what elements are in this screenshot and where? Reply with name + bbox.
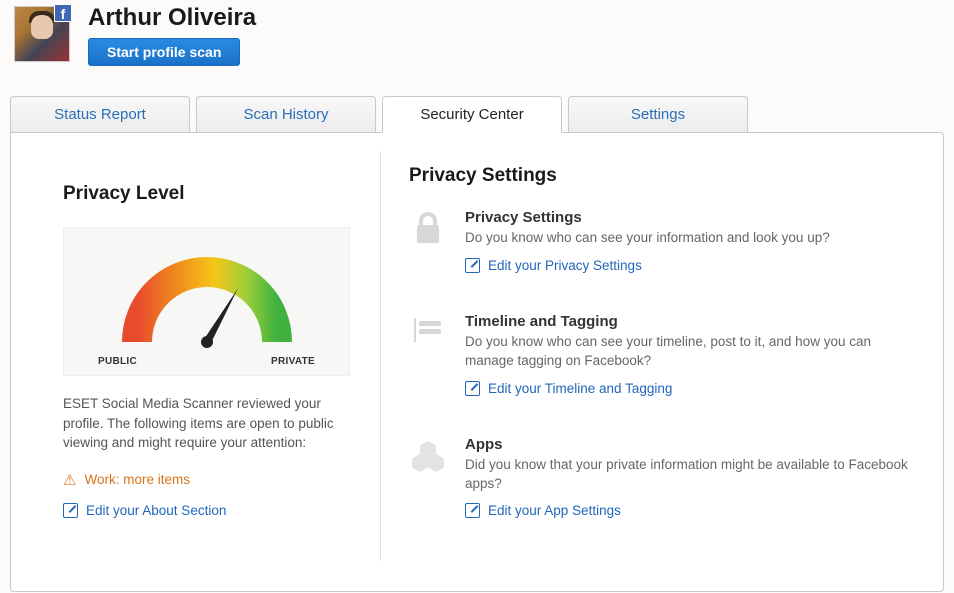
header: f Arthur Oliveira Start profile scan [0,0,954,76]
setting-privacy-desc: Do you know who can see your information… [465,229,909,248]
tab-security-center[interactable]: Security Center [382,96,562,133]
privacy-level-title: Privacy Level [63,183,350,205]
start-scan-button[interactable]: Start profile scan [88,38,240,66]
edit-about-label: Edit your About Section [86,503,226,518]
edit-app-settings-label: Edit your App Settings [488,503,621,518]
setting-apps-desc: Did you know that your private informati… [465,456,909,494]
warning-icon: ⚠ [63,471,76,489]
setting-privacy-title: Privacy Settings [465,209,909,226]
tab-bar: Status Report Scan History Security Cent… [0,96,954,132]
privacy-settings-title: Privacy Settings [409,165,909,187]
facebook-badge-icon: f [54,4,72,22]
profile-avatar[interactable]: f [14,6,70,62]
setting-item-privacy: Privacy Settings Do you know who can see… [409,209,909,287]
setting-item-apps: Apps Did you know that your private info… [409,436,909,533]
edit-icon [465,258,480,273]
tab-scan-history[interactable]: Scan History [196,96,376,132]
edit-app-settings-link[interactable]: Edit your App Settings [465,503,909,518]
tab-status-report[interactable]: Status Report [10,96,190,132]
setting-timeline-title: Timeline and Tagging [465,313,909,330]
edit-icon [465,503,480,518]
privacy-level-section: Privacy Level [11,151,381,561]
privacy-settings-section: Privacy Settings Privacy Settings Do you… [381,133,943,591]
review-summary: ESET Social Media Scanner reviewed your … [63,394,350,453]
setting-apps-title: Apps [465,436,909,453]
tab-settings[interactable]: Settings [568,96,748,132]
privacy-gauge: PUBLIC PRIVATE [63,227,350,376]
security-center-panel: Privacy Level [10,132,944,592]
edit-privacy-settings-link[interactable]: Edit your Privacy Settings [465,258,909,273]
work-warning-label: Work: more items [84,472,190,487]
edit-about-link[interactable]: Edit your About Section [63,503,350,518]
edit-timeline-tagging-link[interactable]: Edit your Timeline and Tagging [465,381,909,396]
timeline-icon [409,313,447,410]
edit-privacy-settings-label: Edit your Privacy Settings [488,258,642,273]
setting-timeline-desc: Do you know who can see your timeline, p… [465,333,909,371]
work-warning-link[interactable]: ⚠ Work: more items [63,471,350,489]
edit-icon [63,503,78,518]
edit-icon [465,381,480,396]
lock-icon [409,209,447,287]
edit-timeline-tagging-label: Edit your Timeline and Tagging [488,381,672,396]
profile-name: Arthur Oliveira [88,4,256,32]
setting-item-timeline: Timeline and Tagging Do you know who can… [409,313,909,410]
gauge-private-label: PRIVATE [271,356,315,367]
apps-icon [409,436,447,533]
gauge-public-label: PUBLIC [98,356,137,367]
